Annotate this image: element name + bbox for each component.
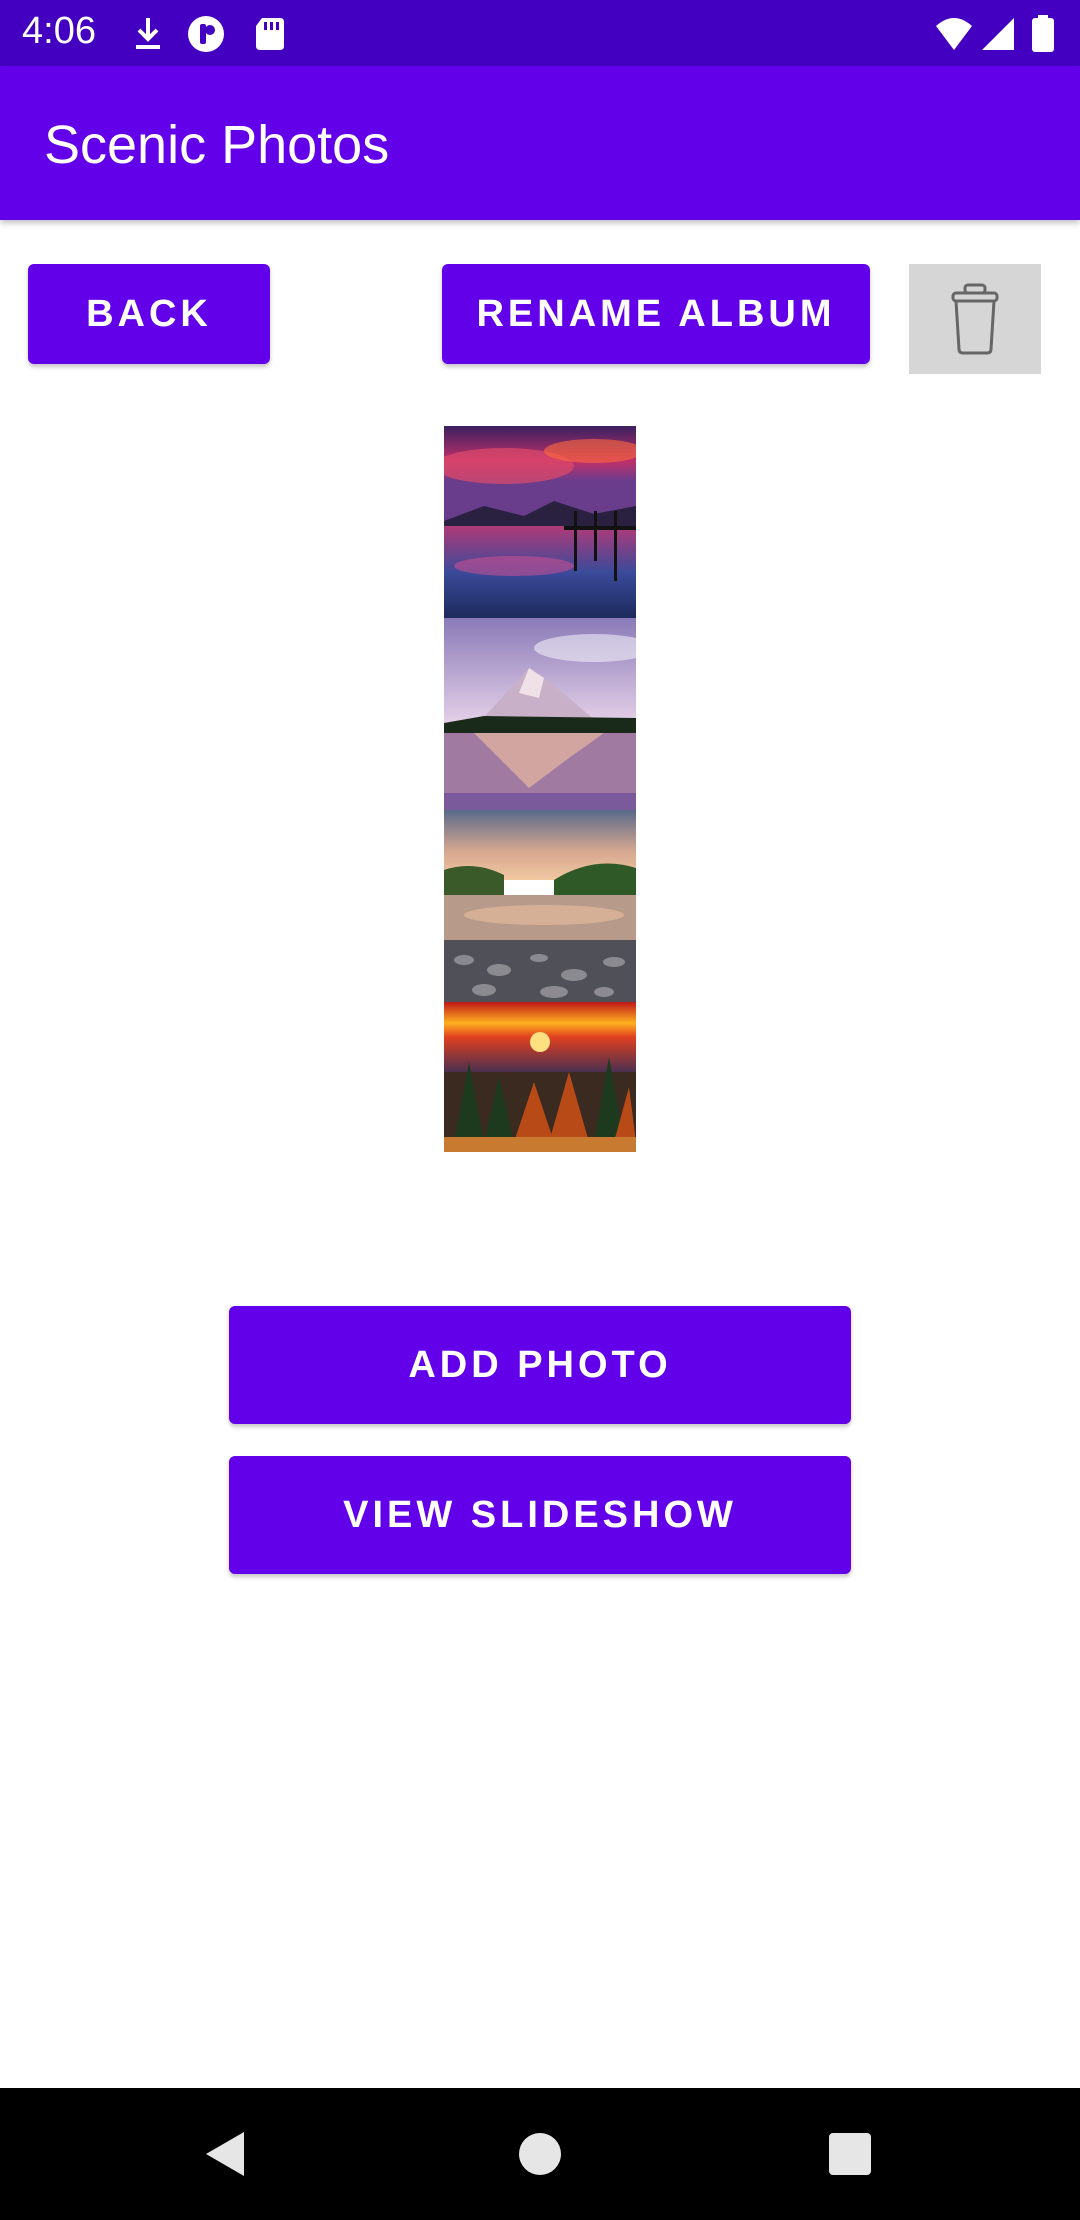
- battery-icon: [1030, 14, 1056, 54]
- add-photo-button[interactable]: ADD PHOTO: [229, 1306, 851, 1424]
- download-icon: [128, 14, 168, 54]
- page-title: Scenic Photos: [44, 115, 390, 175]
- photo-mountain-reflection[interactable]: [444, 618, 636, 810]
- signal-icon: [978, 14, 1018, 54]
- photo-river-rocks[interactable]: [444, 810, 636, 1002]
- recents-nav-icon[interactable]: [820, 2124, 880, 2184]
- wifi-icon: [934, 14, 974, 54]
- back-button[interactable]: BACK: [28, 264, 270, 364]
- rename-album-button[interactable]: RENAME ALBUM: [442, 264, 870, 364]
- status-bar: 4:06: [0, 0, 1080, 66]
- navigation-bar: [0, 2088, 1080, 2220]
- status-time: 4:06: [22, 10, 96, 52]
- view-slideshow-button[interactable]: VIEW SLIDESHOW: [229, 1456, 851, 1574]
- delete-album-button[interactable]: [909, 264, 1041, 374]
- home-nav-icon[interactable]: [510, 2124, 570, 2184]
- photo-list: [444, 426, 636, 1152]
- back-nav-icon[interactable]: [196, 2124, 256, 2184]
- sd-card-icon: [250, 14, 290, 54]
- app-bar: Scenic Photos: [0, 66, 1080, 220]
- pocket-icon: [186, 14, 226, 54]
- trash-icon: [951, 283, 999, 355]
- photo-lake-pier-sunset[interactable]: [444, 426, 636, 618]
- photo-forest-sunset[interactable]: [444, 1002, 636, 1152]
